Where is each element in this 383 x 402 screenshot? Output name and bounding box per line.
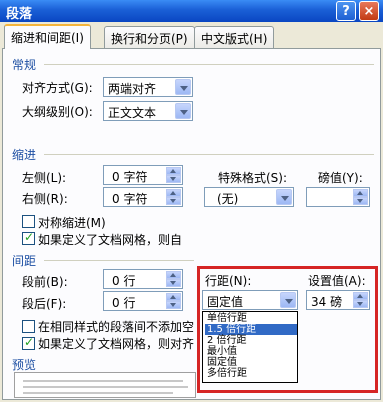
left-indent-label: 左侧(L): — [22, 171, 67, 185]
help-icon: ? — [342, 3, 350, 19]
same-style-label: 在相同样式的段落间不添加空 — [38, 320, 195, 334]
mirror-indent-label: 对称缩进(M) — [38, 216, 106, 230]
line-spacing-option[interactable]: 多倍行距 — [205, 368, 297, 379]
preview-section-title: 预览 — [12, 358, 37, 372]
left-indent-spinner[interactable]: 0 字符 — [103, 165, 183, 185]
line-spacing-select[interactable]: 固定值 — [202, 290, 298, 310]
mirror-indent-checkbox[interactable] — [22, 215, 35, 228]
outline-select[interactable]: 正文文本 — [103, 101, 193, 121]
close-icon: × — [363, 3, 375, 19]
tab-label: 换行和分页(P) — [111, 32, 188, 46]
outline-label: 大纲级别(O): — [22, 105, 93, 119]
tab-asian-typography[interactable]: 中文版式(H) — [194, 26, 275, 48]
right-indent-label: 右侧(R): — [22, 192, 68, 206]
line-spacing-option[interactable]: 固定值 — [205, 357, 297, 368]
snap-grid-checkbox[interactable] — [22, 335, 35, 350]
space-before-label: 段前(B): — [22, 275, 68, 289]
spin-up-icon[interactable] — [353, 292, 368, 300]
spin-down-icon[interactable] — [166, 197, 181, 205]
alignment-value: 两端对齐 — [108, 82, 157, 96]
chevron-down-icon[interactable] — [276, 189, 292, 205]
preview-line — [23, 392, 173, 394]
spin-up-icon[interactable] — [166, 167, 181, 175]
tab-line-page-breaks[interactable]: 换行和分页(P) — [104, 26, 195, 48]
window-title: 段落 — [6, 7, 33, 22]
spin-up-icon[interactable] — [353, 189, 368, 197]
line-spacing-dropdown: 单倍行距 1.5 倍行距 2 倍行距 最小值 固定值 多倍行距 — [202, 311, 298, 383]
spin-down-icon[interactable] — [166, 301, 181, 309]
at-value: 34 磅 — [311, 295, 343, 309]
indent-grid-checkbox[interactable] — [22, 230, 35, 245]
special-indent-select[interactable]: (无) — [204, 187, 294, 207]
outline-value: 正文文本 — [108, 106, 157, 120]
line-spacing-option-selected[interactable]: 1.5 倍行距 — [205, 324, 297, 335]
preview-box — [14, 372, 196, 398]
spin-up-icon[interactable] — [166, 293, 181, 301]
at-spinner[interactable]: 34 磅 — [306, 290, 370, 310]
help-button[interactable]: ? — [336, 1, 356, 21]
right-indent-value: 0 字符 — [112, 192, 148, 206]
general-section-title: 常规 — [12, 58, 37, 72]
by-spinner[interactable] — [306, 187, 370, 207]
preview-line — [23, 386, 188, 388]
space-after-value: 0 行 — [112, 296, 136, 310]
close-button[interactable]: × — [359, 1, 379, 21]
line-spacing-option[interactable]: 单倍行距 — [205, 313, 297, 324]
spin-down-icon[interactable] — [166, 279, 181, 287]
spin-up-icon[interactable] — [166, 189, 181, 197]
left-indent-value: 0 字符 — [112, 170, 148, 184]
preview-line — [23, 380, 183, 382]
spin-up-icon[interactable] — [166, 271, 181, 279]
indent-divider — [44, 154, 374, 155]
spacing-divider — [44, 260, 194, 261]
space-before-value: 0 行 — [112, 274, 136, 288]
alignment-label: 对齐方式(G): — [22, 81, 93, 95]
same-style-checkbox[interactable] — [22, 320, 35, 333]
special-indent-value: (无) — [217, 192, 239, 206]
special-indent-label: 特殊格式(S): — [218, 171, 288, 185]
spin-down-icon[interactable] — [353, 197, 368, 205]
chevron-down-icon[interactable] — [175, 103, 191, 119]
line-spacing-label: 行距(N): — [205, 274, 252, 288]
indent-section-title: 缩进 — [12, 148, 37, 162]
general-divider — [44, 64, 374, 65]
alignment-select[interactable]: 两端对齐 — [103, 77, 193, 97]
indent-grid-label: 如果定义了文档网格，则自 — [38, 233, 183, 247]
tab-label: 中文版式(H) — [201, 32, 268, 46]
spin-down-icon[interactable] — [353, 300, 368, 308]
tab-label: 缩进和间距(I) — [11, 31, 84, 45]
snap-grid-label: 如果定义了文档网格，则对齐 — [38, 337, 195, 351]
chevron-down-icon[interactable] — [280, 292, 296, 308]
chevron-down-icon[interactable] — [175, 79, 191, 95]
at-label: 设置值(A): — [308, 274, 366, 288]
space-after-label: 段后(F): — [22, 297, 67, 311]
space-after-spinner[interactable]: 0 行 — [103, 291, 183, 311]
spacing-section-title: 间距 — [12, 254, 37, 268]
line-spacing-option[interactable]: 最小值 — [205, 346, 297, 357]
space-before-spinner[interactable]: 0 行 — [103, 269, 183, 289]
by-label: 磅值(Y): — [318, 171, 363, 185]
title-bar: 段落 ? × — [0, 0, 383, 22]
line-spacing-option[interactable]: 2 倍行距 — [205, 335, 297, 346]
line-spacing-value: 固定值 — [207, 295, 244, 309]
spin-down-icon[interactable] — [166, 175, 181, 183]
right-indent-spinner[interactable]: 0 字符 — [103, 187, 183, 207]
tab-indent-spacing[interactable]: 缩进和间距(I) — [4, 24, 91, 49]
